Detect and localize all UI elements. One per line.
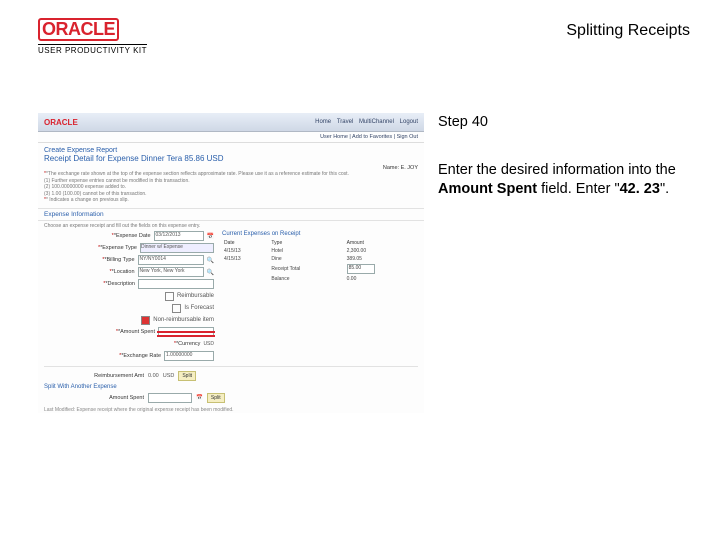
total-input[interactable]: 85.00: [347, 264, 375, 274]
location-label: *Location: [112, 269, 135, 275]
reimb-amt-value: 0.00: [148, 373, 159, 379]
table-row: 4/15/13Dine389.05: [222, 255, 418, 263]
app-topbar: ORACLE Home Travel MultiChannel Logout: [38, 113, 424, 132]
location-input[interactable]: New York, New York: [138, 267, 204, 277]
date-label: *Expense Date: [114, 233, 151, 239]
reimbursable-checkbox[interactable]: [165, 292, 174, 301]
rate-input[interactable]: 1.00000000: [164, 351, 214, 361]
forecast-label: Is Forecast: [184, 305, 214, 311]
nav-multichannel[interactable]: MultiChannel: [359, 119, 394, 125]
receipt-table-title: Current Expenses on Receipt: [222, 231, 418, 237]
app-subnav: User Home | Add to Favorites | Sign Out: [38, 132, 424, 143]
desc-input[interactable]: [138, 279, 214, 289]
billing-label: *Billing Type: [104, 257, 134, 263]
date-input[interactable]: 03/12/2013: [154, 231, 204, 241]
type-label: *Expense Type: [100, 245, 137, 251]
notes: **The exchange rate shown at the top of …: [38, 171, 424, 206]
desc-label: *Description: [105, 281, 135, 287]
upk-label: USER PRODUCTIVITY KIT: [38, 44, 147, 55]
instruction-panel: Step 40 Enter the desired information in…: [438, 113, 690, 413]
step-label: Step 40: [438, 113, 690, 133]
expense-info-header: Expense Information: [38, 208, 424, 221]
nonreimb-label: Non-reimbursable item: [153, 317, 214, 323]
breadcrumb: Create Expense Report: [38, 143, 424, 154]
reimb-amt-label: Reimbursement Amt: [44, 373, 144, 379]
forecast-checkbox[interactable]: [172, 304, 181, 313]
app-logo: ORACLE: [44, 118, 78, 127]
split-button[interactable]: Split: [178, 371, 196, 381]
footer-note: Last Modified: Expense receipt where the…: [38, 404, 424, 413]
spent-label: Amount Spent: [44, 395, 144, 401]
nonreimb-checkbox[interactable]: [141, 316, 150, 325]
app-nav: Home Travel MultiChannel Logout: [311, 119, 418, 125]
oracle-logo: ORACLE: [38, 18, 147, 41]
app-screenshot: ORACLE Home Travel MultiChannel Logout U…: [38, 113, 424, 413]
calendar-icon[interactable]: 📅: [207, 233, 214, 240]
lookup-icon[interactable]: 🔍: [207, 257, 214, 264]
receipt-table: DateTypeAmount 4/15/13Hotel2,300.00 4/15…: [222, 239, 418, 283]
billing-input[interactable]: NY/NY0014: [138, 255, 204, 265]
type-select[interactable]: Dinner w/ Expense: [140, 243, 214, 253]
split-button-2[interactable]: Split: [207, 393, 225, 403]
page-title: Splitting Receipts: [566, 22, 690, 40]
reimbursable-label: Reimbursable: [177, 293, 214, 299]
form-hint: Choose an expense receipt and fill out t…: [38, 223, 424, 232]
reimb-amt-curr: USD: [163, 373, 175, 379]
rate-label: *Exchange Rate: [121, 353, 161, 359]
amount-label: *Amount Spent: [118, 329, 155, 335]
receipt-title: Receipt Detail for Expense Dinner Tera 8…: [38, 154, 424, 165]
calendar-icon[interactable]: 📅: [196, 395, 203, 401]
nav-logout[interactable]: Logout: [400, 119, 418, 125]
expense-form: **Expense Date03/12/2013📅 **Expense Type…: [44, 231, 214, 363]
nav-travel[interactable]: Travel: [337, 119, 353, 125]
amount-spent-input[interactable]: [158, 327, 214, 337]
instruction-text: Enter the desired information into the A…: [438, 161, 690, 200]
spent-input[interactable]: [148, 393, 192, 403]
currency-label: *Currency: [176, 341, 200, 347]
brand-block: ORACLE USER PRODUCTIVITY KIT: [38, 18, 147, 55]
nav-home[interactable]: Home: [315, 119, 331, 125]
currency-value: USD: [203, 341, 214, 347]
lookup-icon[interactable]: 🔍: [207, 269, 214, 276]
table-row: 4/15/13Hotel2,300.00: [222, 247, 418, 255]
split-header: Split With Another Expense: [38, 382, 424, 392]
